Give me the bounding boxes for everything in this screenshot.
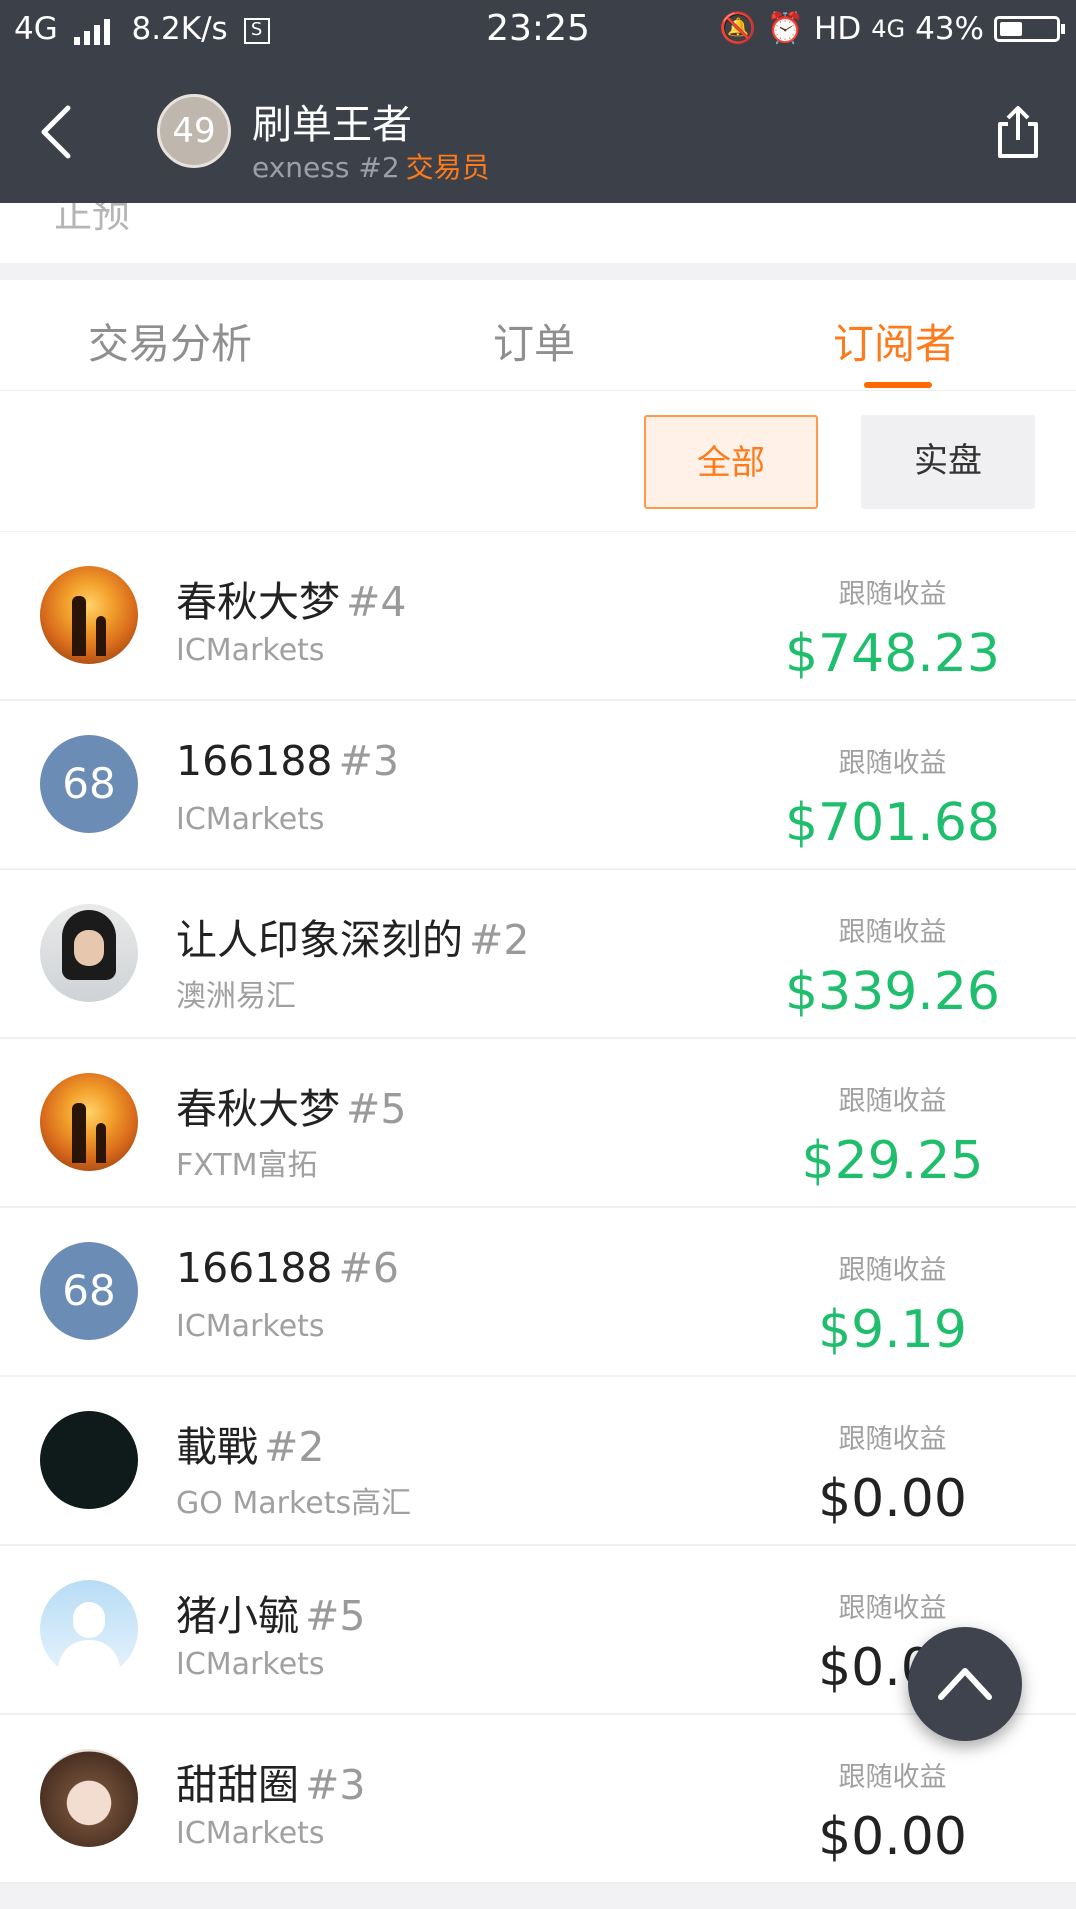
avatar [40,1411,138,1509]
name-text: 春秋大梦 [176,1085,340,1133]
list-item[interactable]: 甜甜圈 #3 ICMarkets 跟随收益 $0.00 [0,1715,1076,1884]
name-text: 甜甜圈 [176,1761,299,1809]
profit-label: 跟随收益 [838,1424,947,1455]
broker-name: ICMarkets [176,1816,325,1851]
subscriber-name: 春秋大梦 #4 [176,568,406,628]
trader-subtitle: exness #2 交易员 [252,146,490,186]
profit-amount: $339.26 [784,962,1001,1022]
alarm-icon: ⏰ [766,11,805,46]
broker-name: ICMarkets [176,1647,325,1682]
name-tag: #5 [346,1085,407,1133]
name-tag: #2 [264,1423,325,1471]
chevron-left-icon [41,105,71,159]
profit-label: 跟随收益 [838,917,947,948]
profit-amount: $0.00 [818,1469,967,1529]
trader-name: 刷单王者 [252,102,412,148]
network-type-2: 4G [871,15,906,43]
trader-account: exness #2 [252,151,400,184]
list-item[interactable]: 让人印象深刻的 #2 澳洲易汇 跟随收益 $339.26 [0,870,1076,1039]
name-tag: #2 [469,916,530,964]
list-item[interactable]: 春秋大梦 #5 FXTM富拓 跟随收益 $29.25 [0,1039,1076,1208]
name-tag: #3 [338,737,399,785]
filter-all-button[interactable]: 全部 [644,415,818,509]
subscriber-name: 166188 #6 [176,1244,399,1292]
profit-label: 跟随收益 [838,1086,947,1117]
subscriber-name: 載戰 #2 [176,1413,324,1473]
broker-name: FXTM富拓 [176,1148,318,1183]
subscriber-name: 让人印象深刻的 #2 [176,906,529,966]
app-header: 4G 8.2K/s S 23:25 🔕 ⏰ HD 4G 43% 49 刷单王者 … [0,0,1076,203]
subscriber-name: 猪小毓 #5 [176,1582,365,1642]
profit-amount: $701.68 [784,793,1001,853]
subscriber-name: 166188 #3 [176,737,399,785]
name-tag: #4 [346,578,407,626]
name-text: 166188 [176,737,333,785]
subscriber-name: 春秋大梦 #5 [176,1075,406,1135]
name-text: 春秋大梦 [176,578,340,626]
broker-name: ICMarkets [176,633,325,668]
trader-avatar[interactable]: 49 [157,94,231,168]
tab-orders[interactable]: 订单 [493,310,575,370]
back-button[interactable] [30,102,90,162]
active-tab-indicator [864,382,932,388]
profit-label: 跟随收益 [838,748,947,779]
name-tag: #3 [305,1761,366,1809]
broker-name: ICMarkets [176,1309,325,1344]
broker-name: ICMarkets [176,802,325,837]
profit-label: 跟随收益 [838,1762,947,1793]
chevron-up-icon [938,1668,992,1700]
avatar [40,1580,138,1678]
hd-label: HD [814,11,862,47]
tab-bar: 交易分析 订单 订阅者 [0,280,1076,391]
filter-real-button[interactable]: 实盘 [861,415,1035,509]
name-text: 載戰 [176,1423,258,1471]
broker-name: 澳洲易汇 [176,979,296,1014]
broker-name: GO Markets高汇 [176,1486,412,1521]
list-item[interactable]: 68 166188 #3 ICMarkets 跟随收益 $701.68 [0,701,1076,870]
mute-icon: 🔕 [719,11,757,46]
profile-section-clipped: 正预 [0,203,1076,263]
profit-label: 跟随收益 [838,1255,947,1286]
share-button[interactable] [990,104,1046,160]
name-tag: #6 [338,1244,399,1292]
trader-role: 交易员 [405,151,490,184]
name-text: 让人印象深刻的 [176,916,463,964]
avatar: 68 [40,735,138,833]
avatar [40,1073,138,1171]
avatar: 68 [40,1242,138,1340]
tab-analysis[interactable]: 交易分析 [88,310,252,370]
list-item[interactable]: 載戰 #2 GO Markets高汇 跟随收益 $0.00 [0,1377,1076,1546]
profit-label: 跟随收益 [838,579,947,610]
avatar [40,566,138,664]
subscriber-name: 甜甜圈 #3 [176,1751,365,1811]
scroll-to-top-button[interactable] [908,1627,1022,1741]
list-item[interactable]: 春秋大梦 #4 ICMarkets 跟随收益 $748.23 [0,532,1076,701]
list-item[interactable]: 68 166188 #6 ICMarkets 跟随收益 $9.19 [0,1208,1076,1377]
clipped-label: 正预 [54,203,131,236]
profit-amount: $0.00 [818,1807,967,1867]
nav-bar: 49 刷单王者 exness #2 交易员 [0,58,1076,203]
profit-amount: $29.25 [801,1131,984,1191]
avatar [40,1749,138,1847]
filter-bar: 全部 实盘 [0,391,1076,532]
battery-percent: 43% [915,11,984,47]
profit-amount: $748.23 [784,624,1001,684]
profit-label: 跟随收益 [838,1593,947,1624]
avatar [40,904,138,1002]
name-tag: #5 [305,1592,366,1640]
profit-amount: $9.19 [818,1300,967,1360]
share-icon [998,106,1038,158]
name-text: 猪小毓 [176,1592,299,1640]
status-right: 🔕 ⏰ HD 4G 43% [719,0,1065,58]
status-bar: 4G 8.2K/s S 23:25 🔕 ⏰ HD 4G 43% [0,0,1076,58]
battery-icon [994,16,1065,42]
tab-subscribers[interactable]: 订阅者 [833,310,956,370]
name-text: 166188 [176,1244,333,1292]
